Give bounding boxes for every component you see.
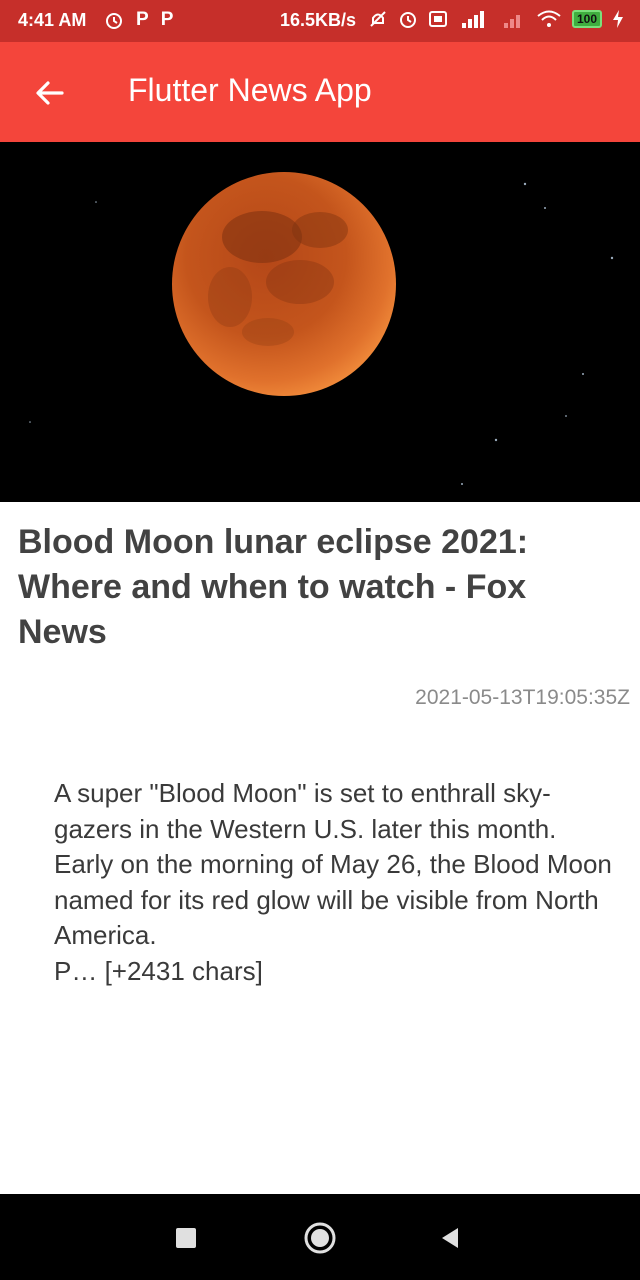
status-bar: 4:41 AM P P 16.5KB/s 100 bbox=[0, 0, 640, 42]
recents-square-icon bbox=[176, 1228, 196, 1248]
p-notification-icon: P bbox=[136, 9, 149, 30]
battery-icon: 100 bbox=[572, 10, 603, 28]
home-button[interactable] bbox=[298, 1216, 342, 1260]
mute-alarm-icon bbox=[370, 11, 386, 27]
article-title: Blood Moon lunar eclipse 2021: Where and… bbox=[18, 523, 529, 651]
system-nav-bar bbox=[0, 1194, 640, 1280]
app-title: Flutter News App bbox=[128, 72, 372, 108]
status-left-icons: P P bbox=[104, 9, 173, 31]
article-content: A super "Blood Moon" is set to enthrall … bbox=[54, 778, 612, 986]
status-right-icons: 100 bbox=[368, 9, 624, 29]
back-triangle-icon bbox=[442, 1228, 458, 1248]
article-image bbox=[0, 142, 640, 502]
network-speed: 16.5KB/s bbox=[280, 10, 357, 30]
charging-icon bbox=[613, 10, 624, 28]
alarm-icon bbox=[400, 12, 416, 28]
home-circle-icon bbox=[304, 1222, 336, 1254]
app-bar: Flutter News App bbox=[0, 42, 640, 142]
blood-moon-image bbox=[0, 142, 640, 502]
p-notification-icon: P bbox=[160, 9, 174, 30]
status-time: 4:41 AM bbox=[18, 10, 87, 30]
back-button[interactable] bbox=[20, 68, 80, 118]
volte-icon bbox=[429, 11, 447, 27]
recents-button[interactable] bbox=[164, 1216, 208, 1260]
back-arrow-icon bbox=[36, 81, 64, 105]
signal-icon bbox=[504, 15, 520, 28]
signal-4g-icon bbox=[462, 11, 484, 28]
nav-back-button[interactable] bbox=[428, 1216, 472, 1260]
alarm-icon bbox=[106, 13, 122, 29]
wifi-icon bbox=[537, 10, 561, 27]
article-date: 2021-05-13T19:05:35Z bbox=[415, 686, 630, 709]
